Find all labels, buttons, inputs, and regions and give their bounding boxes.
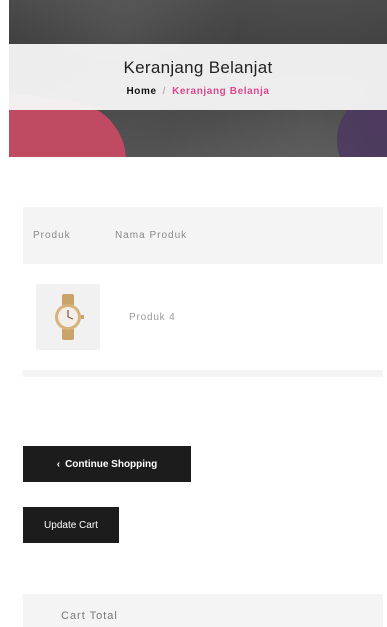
breadcrumb-home-link[interactable]: Home [126,86,156,97]
product-name[interactable]: Produk 4 [129,312,175,323]
cart-total-title: Cart Total [61,610,118,622]
breadcrumb-separator: / [162,85,167,97]
breadcrumb: Home / Keranjang Belanja [126,86,269,97]
page-banner: Keranjang Belanjat Home / Keranjang Bela… [9,0,387,157]
wristwatch-icon [55,294,84,340]
chevron-left-icon: ‹ [56,458,61,470]
update-cart-button[interactable]: Update Cart [23,507,119,543]
cart-table: Produk Nama Produk Produk 4 [23,207,383,377]
continue-shopping-button[interactable]: ‹ Continue Shopping [23,446,191,482]
cart-total-section: Cart Total [23,594,383,627]
product-thumbnail[interactable] [36,284,100,350]
column-header-nama-produk: Nama Produk [115,230,188,241]
table-header: Produk Nama Produk [23,207,383,264]
continue-shopping-label: Continue Shopping [65,458,158,470]
breadcrumb-current: Keranjang Belanja [172,85,270,97]
page-title: Keranjang Belanjat [123,57,273,77]
title-band: Keranjang Belanjat Home / Keranjang Bela… [9,44,387,110]
column-header-produk: Produk [33,230,71,241]
table-row: Produk 4 [23,264,383,370]
